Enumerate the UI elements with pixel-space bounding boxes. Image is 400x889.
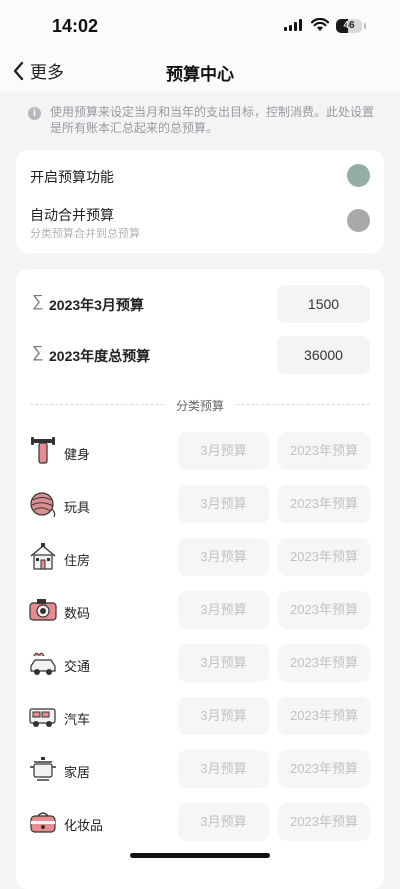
cellular-signal-icon [284,19,302,31]
auto-merge-toggle[interactable] [347,209,370,232]
cosmetic-case-icon [30,812,56,833]
car-icon [30,652,56,675]
yearly-budget-input[interactable]: 2023年预算 [278,538,370,576]
budget-notice: i 使用预算来设定当月和当年的支出目标，控制消费。此处设置是所有账本汇总起来的总… [28,104,378,136]
yearly-budget-input[interactable]: 2023年预算 [278,697,370,735]
info-icon: i [28,107,41,120]
category-budget-title: 分类预算 [166,397,234,414]
yearly-budget-input[interactable]: 2023年预算 [278,485,370,523]
yearly-budget-input[interactable]: 2023年预算 [278,803,370,841]
monthly-budget-input[interactable]: 3月预算 [178,750,269,788]
category-row-home: 家居 3月预算 2023年预算 [16,750,384,788]
home-indicator[interactable] [130,853,270,858]
enable-budget-toggle[interactable] [347,164,370,187]
monthly-budget-input[interactable]: 3月预算 [178,591,269,629]
monthly-budget-input[interactable]: 3月预算 [178,644,269,682]
budget-settings-card: 开启预算功能 自动合并预算 分类预算合并到总预算 [16,150,384,253]
category-row-digital: 数码 3月预算 2023年预算 [16,591,384,629]
camera-icon [29,599,57,621]
wifi-icon [311,18,329,31]
sigma-icon: ∑ [32,344,44,361]
category-label: 家居 [64,765,91,780]
yearly-budget-row: ∑ 2023年度总预算 36000 [16,336,384,374]
status-time: 14:02 [52,16,99,36]
enable-budget-label: 开启预算功能 [30,169,114,185]
monthly-budget-input[interactable]: 1500 [277,285,370,323]
nav-bar: 更多 预算中心 [0,54,400,92]
category-row-fitness: 健身 3月预算 2023年预算 [16,432,384,470]
battery-icon: 46 [336,19,362,33]
sigma-icon: ∑ [32,293,44,310]
auto-merge-sublabel: 分类预算合并到总预算 [30,228,140,240]
van-icon [29,708,56,727]
category-row-toys: 玩具 3月预算 2023年预算 [16,485,384,523]
monthly-budget-input[interactable]: 3月预算 [178,803,269,841]
category-row-transport: 交通 3月预算 2023年预算 [16,644,384,682]
category-label: 汽车 [64,712,91,727]
category-label: 健身 [64,447,91,462]
category-row-car: 汽车 3月预算 2023年预算 [16,697,384,735]
category-row-cosmetics: 化妆品 3月预算 2023年预算 [16,803,384,841]
monthly-budget-input[interactable]: 3月预算 [178,697,269,735]
monthly-budget-input[interactable]: 3月预算 [178,432,269,470]
battery-level: 46 [343,20,355,31]
yearly-budget-input[interactable]: 2023年预算 [278,644,370,682]
yearly-budget-input[interactable]: 2023年预算 [278,432,370,470]
auto-merge-label: 自动合并预算 [30,207,114,223]
category-label: 交通 [64,659,91,674]
yearly-budget-label: 2023年度总预算 [49,348,151,364]
yarn-ball-icon [30,492,56,518]
category-row-housing: 住房 3月预算 2023年预算 [16,538,384,576]
status-bar: 14:02 46 [0,0,400,54]
category-label: 玩具 [64,500,91,515]
yearly-budget-input[interactable]: 36000 [277,336,370,374]
category-label: 化妆品 [64,818,104,833]
monthly-budget-input[interactable]: 3月预算 [178,485,269,523]
pot-icon [30,757,56,781]
yearly-budget-input[interactable]: 2023年预算 [278,591,370,629]
monthly-budget-label: 2023年3月预算 [49,297,144,313]
battery-nub [364,23,366,29]
yearly-budget-input[interactable]: 2023年预算 [278,750,370,788]
category-label: 数码 [64,606,91,621]
monthly-budget-input[interactable]: 3月预算 [178,538,269,576]
notice-text: 使用预算来设定当月和当年的支出目标，控制消费。此处设置是所有账本汇总起来的总预算… [50,105,375,135]
budget-card: ∑ 2023年3月预算 1500 ∑ 2023年度总预算 36000 分类预算 … [16,269,384,889]
category-label: 住房 [64,553,91,568]
page-title: 预算中心 [166,65,234,84]
house-icon [30,543,56,570]
dumbbell-icon [31,437,55,464]
monthly-budget-row: ∑ 2023年3月预算 1500 [16,285,384,323]
